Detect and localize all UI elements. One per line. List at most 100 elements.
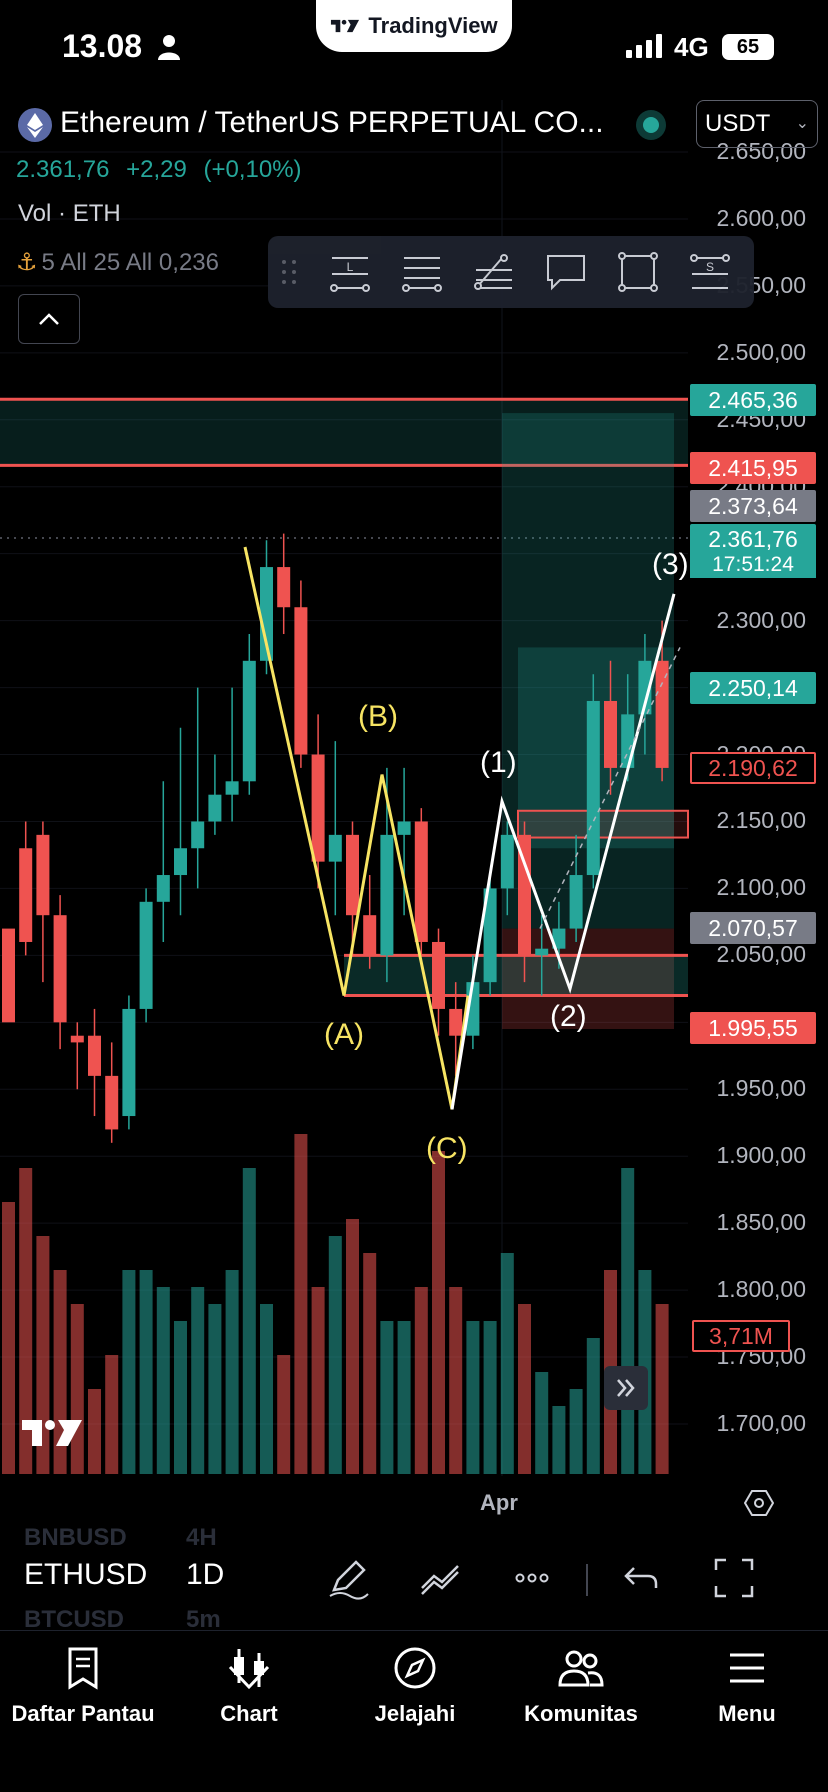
drag-handle-icon[interactable] <box>280 258 298 286</box>
candle-body <box>2 928 15 1023</box>
candle-body <box>414 821 428 942</box>
bottom-toolbar: ETHUSD 1D <box>0 1534 828 1624</box>
order-block-zone <box>517 809 689 839</box>
candle-body <box>380 834 394 956</box>
price-chart[interactable]: 2.650,00 2.600,00 2.550,00 2.500,00 2.450,00… <box>0 0 828 1516</box>
volume-bar <box>535 1372 549 1474</box>
tab-label: Komunitas <box>524 1701 638 1726</box>
fib-extension-icon <box>474 254 512 290</box>
candle-body <box>621 714 635 768</box>
drawing-toolbar[interactable]: L S <box>268 236 754 308</box>
brand-name: TradingView <box>368 13 498 38</box>
price-axis-tick: 1.700,00 <box>716 1410 806 1436</box>
tab-bar: Daftar Pantau Chart Jelajahi Komunitas M… <box>0 1630 828 1792</box>
volume-bar <box>156 1287 170 1474</box>
wave-label-b: (B) <box>358 700 398 733</box>
candle-body <box>535 948 549 956</box>
volume-bar <box>242 1168 256 1474</box>
tab-community[interactable]: Komunitas <box>498 1631 664 1751</box>
rectangle-tool-button[interactable] <box>614 248 662 296</box>
tradingview-watermark-logo <box>22 1420 82 1446</box>
volume-bar <box>294 1134 308 1474</box>
undo-icon[interactable] <box>620 1556 664 1600</box>
candle-body <box>346 834 359 916</box>
volume-bar <box>311 1287 325 1474</box>
badge-level-red-outline: 2.190,62 <box>690 752 816 784</box>
demand-zone <box>344 955 688 996</box>
volume-bar <box>414 1287 428 1474</box>
candle-body <box>586 700 600 876</box>
symbol-title[interactable]: Ethereum / TetherUS PERPETUAL CO... <box>60 106 616 140</box>
wave-label-3: (3) <box>652 548 689 581</box>
candle-body <box>311 754 325 862</box>
volume-bar <box>328 1236 342 1474</box>
last-price: 2.361,76 <box>16 156 110 183</box>
badge-level-red: 1.995,55 <box>690 1012 816 1044</box>
tab-watchlist[interactable]: Daftar Pantau <box>0 1631 166 1751</box>
candle-body <box>122 1008 136 1117</box>
fib-extension-tool-button[interactable] <box>470 248 518 296</box>
timeframe-button[interactable]: 1D <box>186 1558 224 1592</box>
candle-body <box>191 821 205 849</box>
tab-label: Menu <box>718 1701 776 1726</box>
indicator-legend[interactable]: ⚓ 5 All 25 All 0,236 <box>16 248 219 277</box>
volume-bar <box>346 1219 359 1474</box>
more-dots-icon[interactable] <box>510 1556 554 1600</box>
badge-level-gray2: 2.070,57 <box>690 912 816 944</box>
long-position-tool-button[interactable]: L <box>326 248 374 296</box>
volume-bar <box>174 1321 187 1474</box>
toolbar-divider <box>586 1564 588 1596</box>
volume-bar <box>621 1168 635 1474</box>
candle-body <box>500 834 514 889</box>
candle-body <box>36 834 50 916</box>
candle-body <box>156 875 170 902</box>
candle-body <box>397 821 411 835</box>
person-icon <box>158 35 180 60</box>
status-bar: 13.08 TradingView 4G 65 <box>0 0 828 96</box>
candle-body <box>277 567 291 608</box>
tab-explore[interactable]: Jelajahi <box>332 1631 498 1751</box>
candle-body <box>328 834 342 862</box>
price-axis-tick: 2.600,00 <box>716 204 806 231</box>
candle-body <box>174 848 187 876</box>
volume-bar <box>655 1304 669 1474</box>
date-axis-apr: Apr <box>480 1490 518 1515</box>
status-time: 13.08 <box>62 28 143 64</box>
candle-body <box>208 794 222 822</box>
fullscreen-icon[interactable] <box>712 1556 756 1600</box>
volume-bar <box>449 1287 463 1474</box>
price-axis-tick: 2.050,00 <box>716 941 806 968</box>
volume-bar <box>569 1389 583 1474</box>
candle-body <box>105 1075 119 1130</box>
volume-bar <box>552 1406 566 1474</box>
badge-level-green: 2.250,14 <box>690 672 816 704</box>
callout-tool-button[interactable] <box>542 248 590 296</box>
market-open-indicator <box>636 110 666 140</box>
collapse-legend-button[interactable] <box>18 294 80 344</box>
tab-menu[interactable]: Menu <box>664 1631 828 1751</box>
trend-lines-icon[interactable] <box>418 1556 462 1600</box>
tab-chart[interactable]: Chart <box>166 1631 332 1751</box>
candle-body <box>70 1035 84 1043</box>
candle-body <box>88 1035 101 1076</box>
watchlist-icon <box>68 1647 98 1690</box>
candle-body <box>53 915 67 1023</box>
candlestick-canvas[interactable] <box>0 0 828 1480</box>
horizontal-lines-tool-button[interactable] <box>398 248 446 296</box>
pencil-icon[interactable] <box>326 1556 370 1600</box>
volume-legend[interactable]: Vol · ETH <box>18 200 121 228</box>
long-position-icon: L <box>330 257 370 292</box>
volume-bar <box>191 1287 205 1474</box>
candle-body <box>139 901 153 1009</box>
menu-icon <box>730 1653 764 1683</box>
volume-bar <box>139 1270 153 1474</box>
symbol-button[interactable]: ETHUSD <box>24 1558 147 1592</box>
chart-settings-icon[interactable] <box>744 1488 774 1518</box>
scroll-to-realtime-button[interactable] <box>604 1366 648 1410</box>
short-position-tool-button[interactable]: S <box>686 248 734 296</box>
candle-body <box>604 700 617 768</box>
indicator-label: 5 All 25 All 0,236 <box>41 249 219 276</box>
currency-select[interactable]: USDT ⌄ <box>696 100 818 148</box>
tab-label: Daftar Pantau <box>11 1701 155 1726</box>
badge-level-gray: 2.373,64 <box>690 490 816 522</box>
